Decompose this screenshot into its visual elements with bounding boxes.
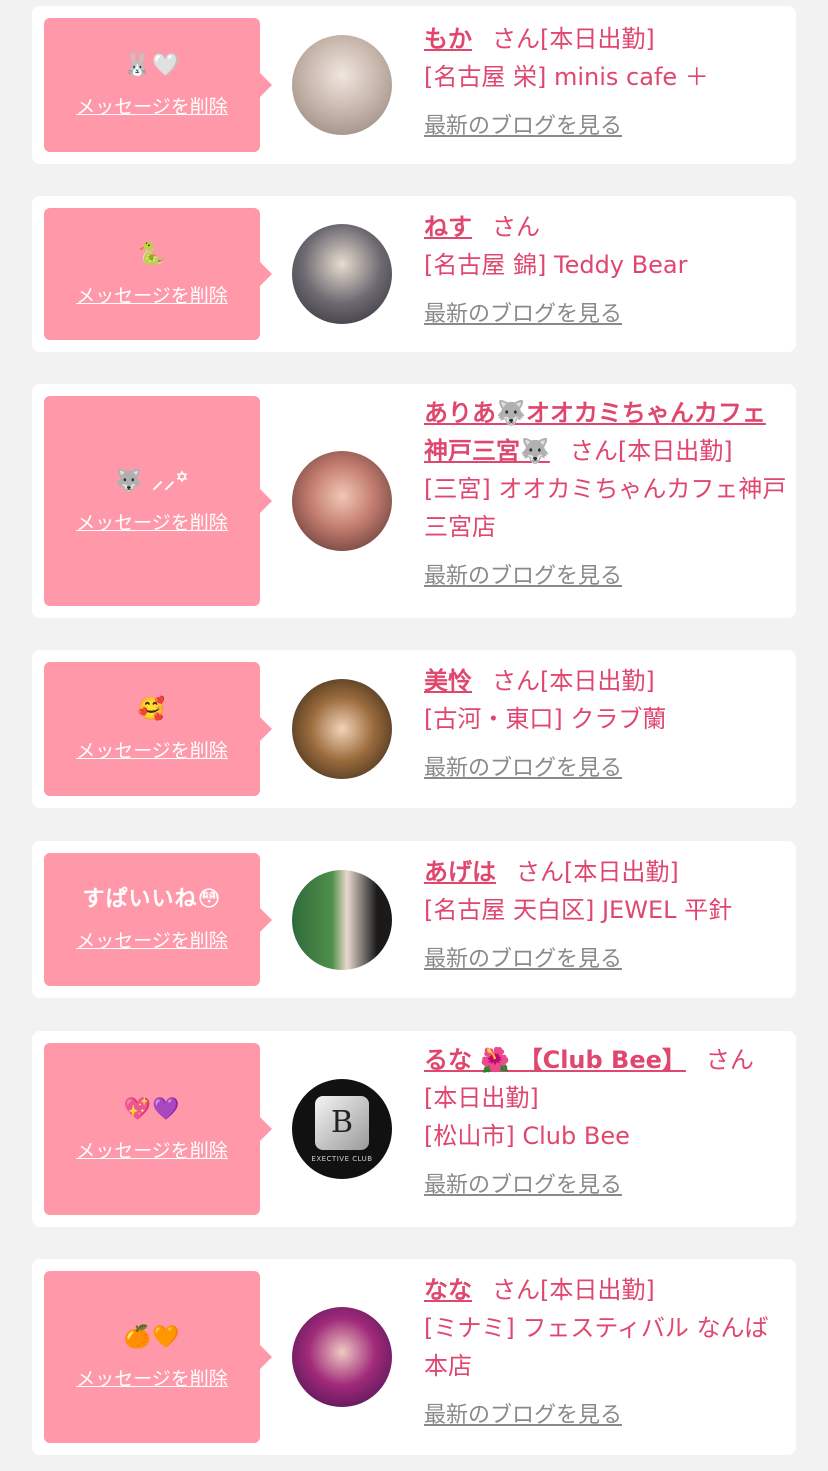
message-card: すぱいいね😳 メッセージを削除 あげは さん[本日出勤] [名古屋 天白区] JE… xyxy=(32,841,796,998)
club-logo-emblem: B xyxy=(315,1095,369,1150)
honorific: さん xyxy=(492,25,540,53)
message-card: 🐰🤍 メッセージを削除 もか さん[本日出勤] [名古屋 栄] minis caf… xyxy=(32,6,796,164)
cast-info: ねす さん [名古屋 錦] Teddy Bear 最新のブログを見る xyxy=(424,208,788,334)
honorific: さん xyxy=(705,1046,754,1074)
latest-blog-link[interactable]: 最新のブログを見る xyxy=(424,941,788,979)
latest-blog-link[interactable]: 最新のブログを見る xyxy=(424,296,788,334)
message-text: すぱいいね😳 xyxy=(82,887,222,912)
cast-name-link[interactable]: ねす xyxy=(424,213,472,241)
message-card: 🐺 ⸝⸝꙳ メッセージを削除 ありあ🐺オオカミちゃんカフェ神戸三宮🐺 さん[本日出… xyxy=(32,384,796,618)
message-card: 🐍 メッセージを削除 ねす さん [名古屋 錦] Teddy Bear 最新のブロ… xyxy=(32,196,796,352)
shop-info: [名古屋 錦] Teddy Bear xyxy=(424,251,688,279)
honorific: さん xyxy=(516,858,564,886)
shop-info: [名古屋 天白区] JEWEL 平針 xyxy=(424,896,733,924)
club-logo-letter: B xyxy=(330,1105,354,1140)
avatar[interactable] xyxy=(292,224,392,324)
work-status: [本日出勤] xyxy=(564,858,679,886)
honorific: さん xyxy=(569,437,618,465)
message-text: 🐺 ⸝⸝꙳ xyxy=(114,468,190,494)
message-card: 🥰 メッセージを削除 美怜 さん[本日出勤] [古河・東口] クラブ蘭 最新のブロ… xyxy=(32,650,796,808)
name-line: るな 🌺 【Club Bee】 さん [本日出勤] xyxy=(424,1041,788,1117)
latest-blog-link[interactable]: 最新のブログを見る xyxy=(424,558,788,596)
latest-blog-link[interactable]: 最新のブログを見る xyxy=(424,750,788,788)
cast-info: なな さん[本日出勤] [ミナミ] フェスティバル なんば本店 最新のブログを見る xyxy=(424,1271,788,1435)
avatar[interactable] xyxy=(292,451,392,551)
shop-info: [ミナミ] フェスティバル なんば本店 xyxy=(424,1314,769,1380)
cast-info: るな 🌺 【Club Bee】 さん [本日出勤] [松山市] Club Bee 最… xyxy=(424,1041,788,1205)
cast-info: あげは さん[本日出勤] [名古屋 天白区] JEWEL 平針 最新のブログを見る xyxy=(424,853,788,979)
club-logo-caption: EXECTIVE CLUB xyxy=(311,1154,373,1163)
delete-message-link[interactable]: メッセージを削除 xyxy=(76,926,228,953)
message-bubble: 🐺 ⸝⸝꙳ メッセージを削除 xyxy=(44,396,272,606)
honorific: さん xyxy=(492,667,540,695)
cast-name-link[interactable]: なな xyxy=(424,1276,472,1304)
avatar[interactable] xyxy=(292,679,392,779)
cast-name-link[interactable]: 美怜 xyxy=(424,667,472,695)
message-bubble: すぱいいね😳 メッセージを削除 xyxy=(44,853,272,986)
delete-message-link[interactable]: メッセージを削除 xyxy=(76,1136,228,1163)
delete-message-link[interactable]: メッセージを削除 xyxy=(76,736,228,763)
cast-name-link[interactable]: あげは xyxy=(424,858,496,886)
work-status: [本日出勤] xyxy=(540,25,655,53)
cast-info: ありあ🐺オオカミちゃんカフェ神戸三宮🐺 さん[本日出勤] [三宮] オオカミちゃん… xyxy=(424,394,788,596)
message-text: 🥰 xyxy=(137,696,167,722)
name-line: ねす さん xyxy=(424,208,788,246)
avatar[interactable] xyxy=(292,870,392,970)
message-card: 🍊🧡 メッセージを削除 なな さん[本日出勤] [ミナミ] フェスティバル なんば… xyxy=(32,1259,796,1455)
cast-info: もか さん[本日出勤] [名古屋 栄] minis cafe ＋ 最新のブログを見… xyxy=(424,20,788,146)
name-line: ありあ🐺オオカミちゃんカフェ神戸三宮🐺 さん[本日出勤] xyxy=(424,394,788,470)
message-bubble: 🐍 メッセージを削除 xyxy=(44,208,272,340)
shop-info: [三宮] オオカミちゃんカフェ神戸三宮店 xyxy=(424,475,787,541)
delete-message-link[interactable]: メッセージを削除 xyxy=(76,281,228,308)
message-bubble: 💖💜 メッセージを削除 xyxy=(44,1043,272,1215)
work-status: [本日出勤] xyxy=(424,1084,539,1112)
message-text: 🍊🧡 xyxy=(123,1324,181,1350)
work-status: [本日出勤] xyxy=(540,667,655,695)
name-line: もか さん[本日出勤] xyxy=(424,20,788,58)
message-text: 🐰🤍 xyxy=(123,52,181,78)
work-status: [本日出勤] xyxy=(540,1276,655,1304)
message-bubble: 🐰🤍 メッセージを削除 xyxy=(44,18,272,152)
name-line: なな さん[本日出勤] xyxy=(424,1271,788,1309)
delete-message-link[interactable]: メッセージを削除 xyxy=(76,508,228,535)
avatar[interactable] xyxy=(292,35,392,135)
shop-info: [古河・東口] クラブ蘭 xyxy=(424,705,667,733)
delete-message-link[interactable]: メッセージを削除 xyxy=(76,92,228,119)
shop-info: [松山市] Club Bee xyxy=(424,1122,630,1150)
delete-message-link[interactable]: メッセージを削除 xyxy=(76,1364,228,1391)
latest-blog-link[interactable]: 最新のブログを見る xyxy=(424,1167,788,1205)
name-line: あげは さん[本日出勤] xyxy=(424,853,788,891)
cast-name-link[interactable]: もか xyxy=(424,25,472,53)
avatar[interactable]: B EXECTIVE CLUB xyxy=(292,1079,392,1179)
honorific: さん xyxy=(492,1276,540,1304)
message-text: 🐍 xyxy=(137,241,167,267)
latest-blog-link[interactable]: 最新のブログを見る xyxy=(424,108,788,146)
avatar[interactable] xyxy=(292,1307,392,1407)
honorific: さん xyxy=(492,213,540,241)
name-line: 美怜 さん[本日出勤] xyxy=(424,662,788,700)
cast-info: 美怜 さん[本日出勤] [古河・東口] クラブ蘭 最新のブログを見る xyxy=(424,662,788,788)
shop-info: [名古屋 栄] minis cafe ＋ xyxy=(424,63,709,91)
cast-name-link[interactable]: るな 🌺 【Club Bee】 xyxy=(424,1046,686,1074)
message-text: 💖💜 xyxy=(123,1096,181,1122)
work-status: [本日出勤] xyxy=(617,437,733,465)
latest-blog-link[interactable]: 最新のブログを見る xyxy=(424,1397,788,1435)
message-bubble: 🥰 メッセージを削除 xyxy=(44,662,272,796)
message-card: 💖💜 メッセージを削除 B EXECTIVE CLUB るな 🌺 【Club B… xyxy=(32,1031,796,1227)
message-bubble: 🍊🧡 メッセージを削除 xyxy=(44,1271,272,1443)
